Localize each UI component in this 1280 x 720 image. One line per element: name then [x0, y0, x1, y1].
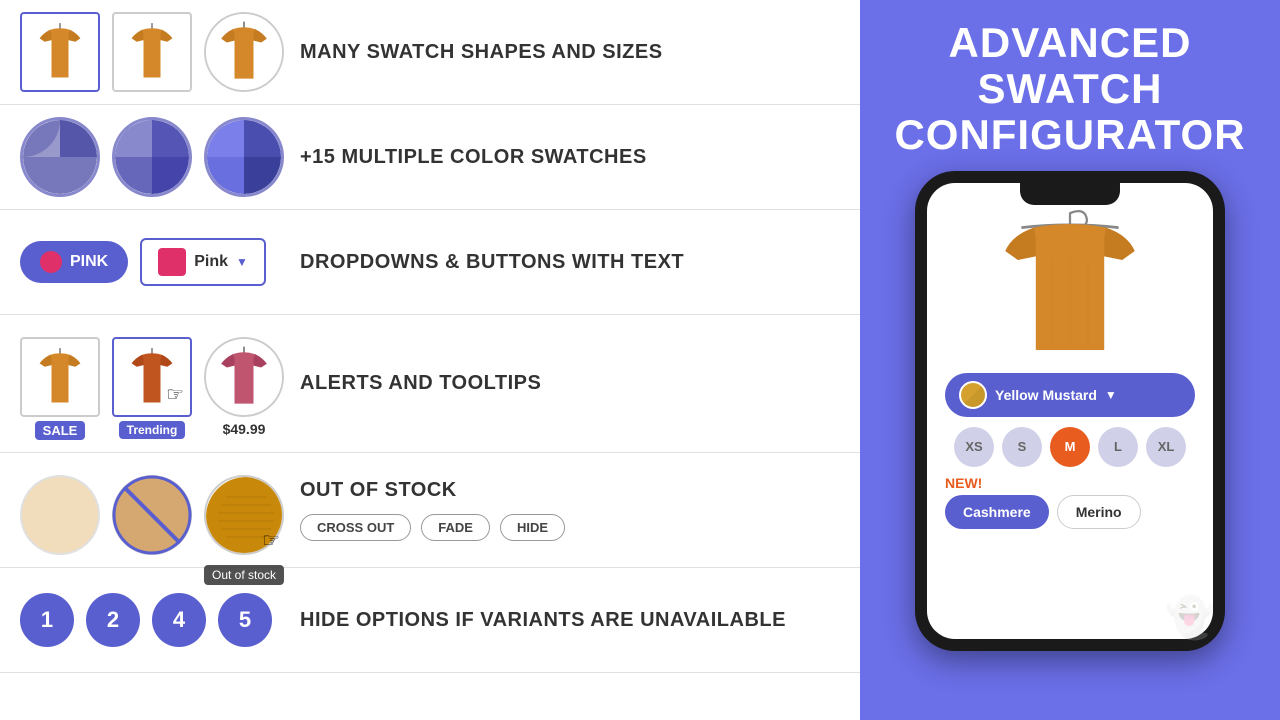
- phone-dropdown-caret: ▼: [1105, 388, 1117, 402]
- alerts-swatches: SALE ☞ Trending: [20, 327, 300, 440]
- oos-content: OUT OF STOCK CROSS OUT FADE HIDE: [300, 479, 565, 541]
- row-color-swatches: +15 MULTIPLE COLOR SWATCHES: [0, 105, 860, 210]
- multi-swatch-3[interactable]: [204, 117, 284, 197]
- crossout-button[interactable]: CROSS OUT: [300, 514, 411, 541]
- phone-color-dropdown-row: Yellow Mustard ▼: [937, 367, 1203, 423]
- cursor-icon: ☞: [166, 382, 184, 407]
- pink-dropdown-button[interactable]: Pink ▼: [140, 238, 266, 286]
- cashmere-button[interactable]: Cashmere: [945, 495, 1049, 529]
- number-badge-2[interactable]: 2: [86, 593, 140, 647]
- right-panel: ADVANCED SWATCH CONFIGURATOR: [860, 0, 1280, 720]
- material-buttons: Cashmere Merino: [945, 495, 1141, 529]
- merino-button[interactable]: Merino: [1057, 495, 1141, 529]
- row-alerts: SALE ☞ Trending: [0, 315, 860, 453]
- left-panel: MANY SWATCH SHAPES AND SIZES: [0, 0, 860, 720]
- number-badge-5[interactable]: 5: [218, 593, 272, 647]
- phone-screen: Yellow Mustard ▼ XS S M L XL NEW! Cashme…: [927, 183, 1213, 639]
- size-l[interactable]: L: [1098, 427, 1138, 467]
- phone-material-row: NEW! Cashmere Merino: [937, 471, 1203, 533]
- swatch-sale[interactable]: [20, 337, 100, 417]
- swatch-oos-faded[interactable]: [20, 475, 100, 555]
- phone-product-image: [980, 207, 1160, 367]
- swatch-price[interactable]: [204, 337, 284, 417]
- row-dropdowns: PINK Pink ▼ DROPDOWNS & BUTTONS WITH TEX…: [0, 210, 860, 315]
- swatch-price-wrapper: $49.99: [204, 337, 284, 437]
- size-m[interactable]: M: [1050, 427, 1090, 467]
- size-s[interactable]: S: [1002, 427, 1042, 467]
- row6-label: HIDE OPTIONS IF VARIANTS ARE UNAVAILABLE: [300, 609, 786, 632]
- number-badge-1[interactable]: 1: [20, 593, 74, 647]
- phone-notch: [1020, 183, 1120, 205]
- trending-badge: Trending: [119, 421, 186, 439]
- row3-label: DROPDOWNS & BUTTONS WITH TEXT: [300, 251, 684, 274]
- row2-label: +15 MULTIPLE COLOR SWATCHES: [300, 146, 647, 169]
- size-xl[interactable]: XL: [1146, 427, 1186, 467]
- swatch-trending-wrapper: ☞ Trending: [112, 337, 192, 439]
- phone-color-button[interactable]: Yellow Mustard ▼: [945, 373, 1195, 417]
- dropdown-arrow-icon: ▼: [236, 255, 248, 269]
- sale-badge: SALE: [35, 421, 86, 440]
- oos-buttons: CROSS OUT FADE HIDE: [300, 514, 565, 541]
- fade-button[interactable]: FADE: [421, 514, 490, 541]
- swatch-trending[interactable]: ☞: [112, 337, 192, 417]
- multi-swatch-2[interactable]: [112, 117, 192, 197]
- row1-label: MANY SWATCH SHAPES AND SIZES: [300, 41, 663, 64]
- swatch-square-1[interactable]: [20, 12, 100, 92]
- pink-dropdown-label: Pink: [194, 253, 228, 271]
- hide-button[interactable]: HIDE: [500, 514, 565, 541]
- oos-tooltip: Out of stock: [204, 565, 284, 585]
- pink-pill-button[interactable]: PINK: [20, 241, 128, 283]
- phone-sizes-row: XS S M L XL: [937, 423, 1203, 471]
- swatch-circle-shirt[interactable]: [204, 12, 284, 92]
- multi-swatch-1[interactable]: [20, 117, 100, 197]
- pink-dot: [40, 251, 62, 273]
- swatch-sale-wrapper: SALE: [20, 337, 100, 440]
- row-hide-options: 1 2 4 5 HIDE OPTIONS IF VARIANTS ARE UNA…: [0, 568, 860, 673]
- swatch-oos-crossout-wrapper: [112, 475, 192, 555]
- row5-label: OUT OF STOCK: [300, 479, 565, 502]
- color-swatches-area: [20, 117, 300, 197]
- row4-label: ALERTS AND TOOLTIPS: [300, 372, 541, 395]
- swatch-square-2[interactable]: [112, 12, 192, 92]
- row-swatch-shapes: MANY SWATCH SHAPES AND SIZES: [0, 0, 860, 105]
- pink-pill-label: PINK: [70, 253, 108, 271]
- ghost-watermark: 👻: [1165, 594, 1215, 641]
- phone-color-icon: [959, 381, 987, 409]
- price-badge: $49.99: [223, 421, 266, 437]
- row-out-of-stock: ☞ Out of stock OUT OF STOCK CROSS OUT FA…: [0, 453, 860, 568]
- number-badges-area: 1 2 4 5: [20, 593, 300, 647]
- oos-swatches: ☞ Out of stock: [20, 465, 300, 555]
- dropdowns-area: PINK Pink ▼: [20, 238, 300, 286]
- number-badge-4[interactable]: 4: [152, 593, 206, 647]
- right-title: ADVANCED SWATCH CONFIGURATOR: [894, 20, 1245, 159]
- swatch-oos-active-wrapper: ☞ Out of stock: [204, 475, 284, 555]
- phone-color-label: Yellow Mustard: [995, 387, 1097, 403]
- phone-mockup: Yellow Mustard ▼ XS S M L XL NEW! Cashme…: [915, 171, 1225, 651]
- swatch-shapes-area: [20, 12, 300, 92]
- new-label: NEW!: [945, 475, 982, 491]
- cursor-icon-oos: ☞: [262, 528, 280, 553]
- size-xs[interactable]: XS: [954, 427, 994, 467]
- pink-square-icon: [158, 248, 186, 276]
